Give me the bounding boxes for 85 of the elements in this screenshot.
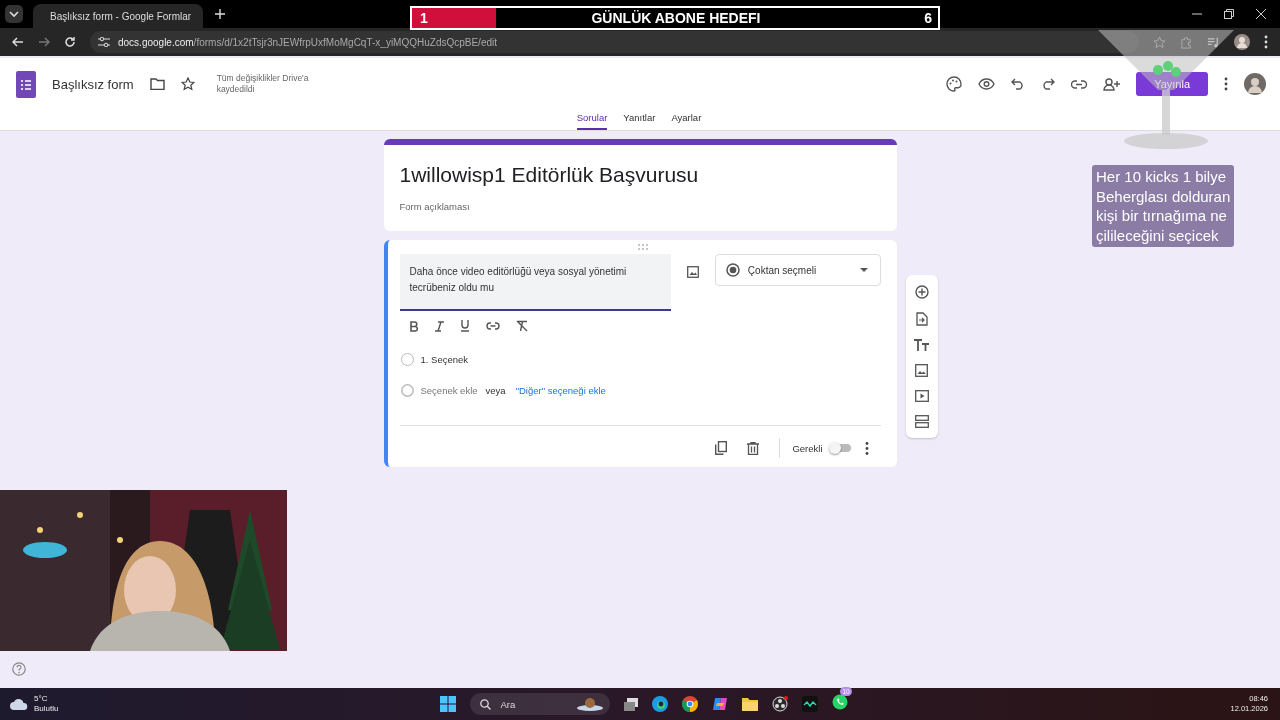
restore-icon[interactable] (1224, 9, 1234, 19)
form-tab[interactable]: Yanıtlar (623, 108, 656, 130)
whatsapp-icon[interactable] (832, 694, 849, 710)
address-field[interactable]: docs.google.com/forms/d/1x2tTsjr3nJEWfrpUxfMoMgCqT-x_yiMQQHuZdsQcpBE/edit (90, 31, 1139, 53)
tab-list-icon[interactable] (5, 5, 23, 23)
video-icon[interactable] (914, 390, 929, 402)
clear-format-icon[interactable] (515, 320, 528, 332)
required-label: Gerekli (792, 442, 823, 454)
palette-icon[interactable] (946, 76, 963, 92)
save-status: Tüm değişiklikler Drive'a kaydedildi (216, 72, 310, 96)
weather-condition: Bulutlu (34, 704, 59, 715)
task-view-icon[interactable] (624, 697, 639, 711)
drag-handle-icon[interactable] (637, 244, 648, 250)
form-title[interactable]: 1willowisp1 Editörlük Başvurusu (399, 163, 881, 187)
star-icon[interactable] (180, 77, 195, 91)
audio-app-icon[interactable] (802, 696, 819, 712)
link-icon[interactable] (1071, 79, 1088, 89)
overlay-note-line: Her 10 kicks 1 bilye (1096, 167, 1228, 187)
goal-label: GÜNLÜK ABONE HEDEFI (590, 10, 762, 26)
cloud-icon (10, 698, 28, 710)
import-icon[interactable] (915, 312, 928, 326)
underline-icon[interactable] (459, 320, 470, 332)
form-tab[interactable]: Ayarlar (671, 108, 702, 130)
temperature: 5°C (34, 693, 49, 704)
preview-icon[interactable] (978, 78, 996, 90)
text-icon[interactable] (914, 339, 929, 351)
more-icon[interactable] (1264, 35, 1268, 49)
overlay-note-line: Beherglası dolduran (1096, 186, 1231, 206)
site-settings-icon[interactable] (98, 37, 110, 47)
close-icon[interactable] (1256, 9, 1266, 19)
edge-icon[interactable] (652, 696, 669, 712)
tab-title: Başlıksız form - Google Formlar (50, 10, 192, 22)
goal-current: 1 (420, 10, 428, 26)
form-name[interactable]: Başlıksız form (52, 76, 134, 92)
url-text: docs.google.com/forms/d/1x2tTsjr3nJEWfrpUxfMoMgCqT-x_yiMQQHuZdsQcpBE/edit (118, 36, 498, 48)
star-icon[interactable] (1153, 35, 1166, 49)
option-label[interactable]: 1. Seçenek (420, 354, 469, 365)
folder-icon[interactable] (149, 78, 165, 90)
search-icon (480, 698, 492, 710)
question-type-dropdown[interactable]: Çoktan seçmeli (714, 254, 881, 286)
search-placeholder: Ara (500, 698, 517, 710)
add-icon[interactable] (914, 285, 929, 299)
italic-icon[interactable] (434, 320, 444, 332)
more-icon[interactable] (864, 441, 869, 455)
copy-icon[interactable] (715, 441, 728, 455)
new-tab-icon[interactable] (215, 9, 225, 19)
section-icon[interactable] (914, 415, 929, 428)
chrome-icon[interactable] (682, 696, 699, 712)
caret-icon (859, 268, 868, 272)
copilot-icon[interactable] (712, 696, 729, 712)
start-icon[interactable] (440, 696, 457, 712)
overlay-note-line: kişi bir tırnağıma ne (1096, 206, 1228, 226)
description-placeholder[interactable]: Form açıklaması (399, 201, 881, 212)
help-icon[interactable] (12, 662, 26, 676)
browser-tab[interactable]: Başlıksız form - Google Formlar (33, 4, 203, 28)
undo-icon[interactable] (1011, 78, 1026, 90)
or-text: veya (485, 385, 506, 396)
goal-target: 6 (924, 10, 932, 26)
forms-logo-icon[interactable] (16, 70, 36, 98)
image-icon[interactable] (915, 364, 928, 377)
form-tab[interactable]: Sorular (576, 108, 608, 130)
folder-icon[interactable] (742, 697, 759, 711)
reload-icon[interactable] (64, 36, 76, 48)
profile-avatar[interactable] (1234, 34, 1250, 50)
add-person-icon[interactable] (1103, 77, 1121, 91)
link-icon[interactable] (485, 322, 500, 330)
image-icon[interactable] (686, 266, 699, 278)
more-icon[interactable] (1224, 77, 1228, 91)
media-icon[interactable] (1207, 35, 1220, 49)
question-type: Çoktan seçmeli (747, 264, 818, 276)
overlay-note-line: çilileceğini seçicek (1096, 225, 1220, 245)
required-toggle[interactable] (830, 444, 851, 452)
question-field[interactable]: Daha önce video editörlüğü veya sosyal yönetimi tecrübeniz oldu mu (399, 254, 671, 311)
add-option-link[interactable]: Seçenek ekle (420, 385, 478, 396)
back-icon[interactable] (12, 36, 24, 48)
bold-icon[interactable] (409, 320, 419, 332)
delete-icon[interactable] (747, 441, 760, 455)
circle-icon (400, 384, 414, 397)
obs-icon[interactable] (772, 696, 789, 712)
user-avatar[interactable] (1244, 73, 1266, 95)
redo-icon[interactable] (1041, 78, 1056, 90)
forward-icon[interactable] (38, 36, 50, 48)
radio-icon (725, 263, 740, 277)
search-field[interactable]: Ara (470, 693, 611, 715)
add-other-link[interactable]: "Diğer" seçeneği ekle (515, 385, 606, 396)
